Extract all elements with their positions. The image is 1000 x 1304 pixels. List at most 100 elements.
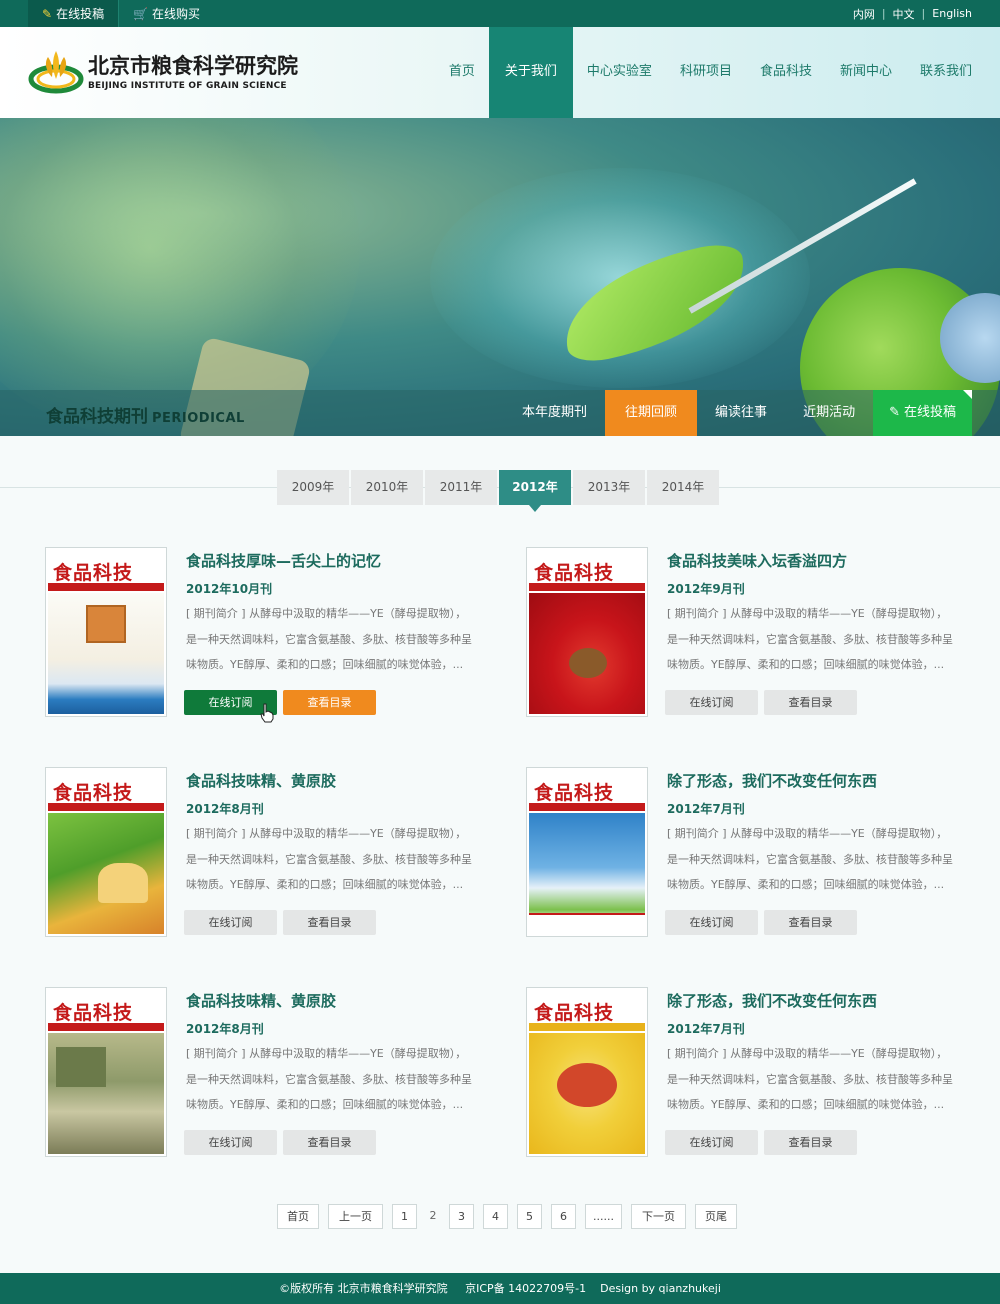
- issue-title[interactable]: 食品科技味精、黄原胶: [186, 770, 336, 791]
- pagination: 首页 上一页 1 2 3 4 5 6 ...... 下一页 页尾: [277, 1204, 746, 1229]
- page-title: 食品科技期刊 PERIODICAL: [46, 402, 245, 427]
- subscribe-button[interactable]: 在线订阅: [665, 910, 758, 935]
- view-toc-button[interactable]: 查看目录: [283, 1130, 376, 1155]
- site-footer: ©版权所有 北京市粮食科学研究院 京ICP备 14022709号-1 Desig…: [0, 1273, 1000, 1304]
- pencil-icon: ✎: [889, 405, 900, 420]
- issue-card: 食品科技 除了形态，我们不改变任何东西 2012年7月刊 [ 期刊简介 ] 从酵…: [526, 987, 966, 1159]
- footer-icp[interactable]: 京ICP备 14022709号-1: [465, 1282, 586, 1295]
- subnav-editor-stories[interactable]: 编读往事: [697, 390, 785, 436]
- page-number[interactable]: 5: [517, 1204, 542, 1229]
- page-last-button[interactable]: 页尾: [695, 1204, 737, 1229]
- issue-date: 2012年9月刊: [667, 582, 745, 596]
- cover-masthead: 食品科技: [53, 562, 134, 584]
- issue-title[interactable]: 食品科技美味入坛香溢四方: [667, 550, 847, 571]
- nav-contact[interactable]: 联系我们: [906, 27, 986, 118]
- subscribe-button[interactable]: 在线订阅: [665, 690, 758, 715]
- top-links: ✎ 在线投稿 🛒 在线购买: [28, 0, 214, 27]
- subscribe-button[interactable]: 在线订阅: [665, 1130, 758, 1155]
- issue-cover[interactable]: 食品科技: [45, 987, 167, 1157]
- tab-year-2013[interactable]: 2013年: [573, 470, 645, 505]
- page-prev-button[interactable]: 上一页: [328, 1204, 383, 1229]
- chinese-link[interactable]: 中文: [893, 6, 915, 22]
- subnav-recent-events[interactable]: 近期活动: [785, 390, 873, 436]
- subnav-current-year[interactable]: 本年度期刊: [504, 390, 605, 436]
- nav-research[interactable]: 科研项目: [666, 27, 746, 118]
- page-first-button[interactable]: 首页: [277, 1204, 319, 1229]
- cover-masthead: 食品科技: [534, 1002, 615, 1024]
- subscribe-button[interactable]: 在线订阅: [184, 1130, 277, 1155]
- top-bar: ✎ 在线投稿 🛒 在线购买 内网 | 中文 | English: [0, 0, 1000, 27]
- issue-date: 2012年7月刊: [667, 802, 745, 816]
- online-buy-label: 在线购买: [152, 7, 201, 21]
- issue-cover[interactable]: 食品科技: [526, 767, 648, 937]
- issue-cover[interactable]: 食品科技: [45, 547, 167, 717]
- tab-year-2009[interactable]: 2009年: [277, 470, 349, 505]
- nav-news[interactable]: 新闻中心: [826, 27, 906, 118]
- nav-lab[interactable]: 中心实验室: [573, 27, 666, 118]
- hero-banner: 食品科技期刊 PERIODICAL 本年度期刊 往期回顾 编读往事 近期活动 ✎ 在…: [0, 118, 1000, 436]
- issue-cover[interactable]: 食品科技: [526, 987, 648, 1157]
- issue-description: [ 期刊简介 ] 从酵母中汲取的精华——YE（酵母提取物），是一种天然调味料，它…: [667, 827, 953, 891]
- view-toc-button[interactable]: 查看目录: [283, 910, 376, 935]
- view-toc-button[interactable]: 查看目录: [764, 1130, 857, 1155]
- tab-year-2014[interactable]: 2014年: [647, 470, 719, 505]
- wheat-logo-icon: [28, 45, 84, 95]
- nav-about[interactable]: 关于我们: [488, 27, 573, 118]
- subnav-online-submit[interactable]: ✎ 在线投稿: [873, 390, 972, 436]
- cover-masthead: 食品科技: [53, 782, 134, 804]
- issue-title[interactable]: 食品科技厚味—舌尖上的记忆: [186, 550, 381, 571]
- issue-cover[interactable]: 食品科技: [45, 767, 167, 937]
- page-title-cn: 食品科技期刊: [46, 407, 148, 427]
- page-next-button[interactable]: 下一页: [631, 1204, 686, 1229]
- cart-icon: 🛒: [133, 6, 149, 21]
- tab-year-2010[interactable]: 2010年: [351, 470, 423, 505]
- nav-food-tech[interactable]: 食品科技: [746, 27, 826, 118]
- online-submit-link[interactable]: ✎ 在线投稿: [28, 0, 119, 27]
- cover-masthead: 食品科技: [53, 1002, 134, 1024]
- edit-icon: ✎: [42, 6, 53, 21]
- issue-card: 食品科技 食品科技厚味—舌尖上的记忆 2012年10月刊 [ 期刊简介 ] 从酵…: [45, 547, 485, 723]
- footer-design-credit: Design by qianzhukeji: [600, 1282, 721, 1295]
- logo-name-en: BEIJING INSTITUTE OF GRAIN SCIENCE: [88, 80, 287, 91]
- issue-date: 2012年7月刊: [667, 1022, 745, 1036]
- tab-year-2012[interactable]: 2012年: [499, 470, 571, 512]
- issue-card: 食品科技 食品科技味精、黄原胶 2012年8月刊 [ 期刊简介 ] 从酵母中汲取…: [45, 767, 485, 939]
- page-number[interactable]: 6: [551, 1204, 576, 1229]
- cover-masthead: 食品科技: [534, 562, 615, 584]
- online-buy-link[interactable]: 🛒 在线购买: [119, 0, 214, 27]
- site-logo[interactable]: 北京市粮食科学研究院 BEIJING INSTITUTE OF GRAIN SC…: [28, 45, 298, 95]
- english-link[interactable]: English: [932, 7, 972, 20]
- issue-description: [ 期刊简介 ] 从酵母中汲取的精华——YE（酵母提取物），是一种天然调味料，它…: [667, 607, 953, 671]
- issue-card: 食品科技 食品科技美味入坛香溢四方 2012年9月刊 [ 期刊简介 ] 从酵母中…: [526, 547, 966, 719]
- page-number[interactable]: 1: [392, 1204, 417, 1229]
- issue-title[interactable]: 除了形态，我们不改变任何东西: [667, 770, 877, 791]
- issue-card: 食品科技 除了形态，我们不改变任何东西 2012年7月刊 [ 期刊简介 ] 从酵…: [526, 767, 966, 939]
- subnav-online-submit-label: 在线投稿: [903, 405, 956, 420]
- issue-date: 2012年8月刊: [186, 802, 264, 816]
- nav-home[interactable]: 首页: [435, 27, 489, 118]
- view-toc-button[interactable]: 查看目录: [283, 690, 376, 715]
- subnav-past-issues[interactable]: 往期回顾: [605, 390, 698, 436]
- intranet-link[interactable]: 内网: [853, 6, 875, 22]
- footer-copyright: ©版权所有 北京市粮食科学研究院: [279, 1282, 448, 1295]
- logo-name-cn: 北京市粮食科学研究院: [88, 53, 298, 78]
- language-links: 内网 | 中文 | English: [853, 0, 972, 27]
- issue-card: 食品科技 食品科技味精、黄原胶 2012年8月刊 [ 期刊简介 ] 从酵母中汲取…: [45, 987, 485, 1159]
- issue-cover[interactable]: 食品科技: [526, 547, 648, 717]
- hand-cursor-icon: [260, 703, 274, 723]
- tab-year-2011[interactable]: 2011年: [425, 470, 497, 505]
- issue-title[interactable]: 除了形态，我们不改变任何东西: [667, 990, 877, 1011]
- issue-title[interactable]: 食品科技味精、黄原胶: [186, 990, 336, 1011]
- issue-date: 2012年8月刊: [186, 1022, 264, 1036]
- view-toc-button[interactable]: 查看目录: [764, 690, 857, 715]
- page-title-en: PERIODICAL: [152, 411, 245, 426]
- page-number[interactable]: 4: [483, 1204, 508, 1229]
- sub-nav: 本年度期刊 往期回顾 编读往事 近期活动 ✎ 在线投稿: [504, 390, 972, 436]
- cover-masthead: 食品科技: [534, 782, 615, 804]
- view-toc-button[interactable]: 查看目录: [764, 910, 857, 935]
- corner-fold-icon: [963, 390, 972, 399]
- page-number[interactable]: 3: [449, 1204, 474, 1229]
- subscribe-button[interactable]: 在线订阅: [184, 910, 277, 935]
- page-ellipsis[interactable]: ......: [585, 1204, 622, 1229]
- issue-date: 2012年10月刊: [186, 582, 273, 596]
